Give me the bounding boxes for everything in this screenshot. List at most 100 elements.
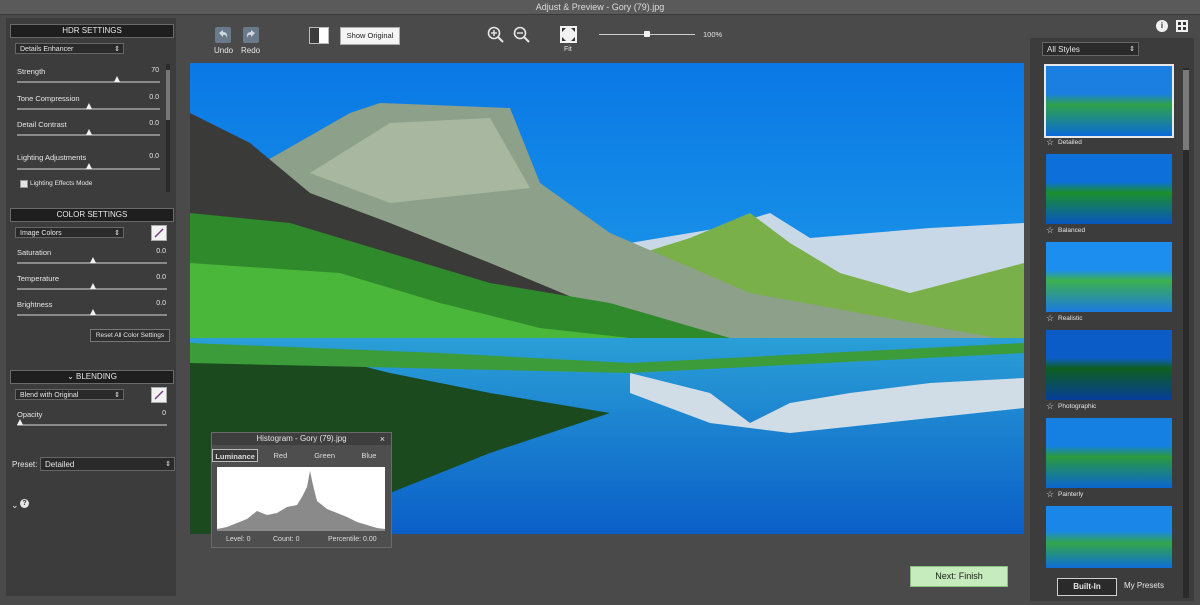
temperature-value: 0.0 <box>156 274 166 281</box>
styles-dropdown[interactable]: All Styles ⇕ <box>1042 42 1139 56</box>
blend-mode-dropdown[interactable]: Blend with Original ⇕ <box>15 389 124 400</box>
brightness-label: Brightness <box>17 300 53 309</box>
styles-panel: All Styles ⇕ ☆ Detailed ☆ Balanced ☆ Rea… <box>1030 38 1194 601</box>
blending-header[interactable]: ⌄ BLENDING <box>10 370 174 384</box>
brush-glyph <box>154 228 164 238</box>
reset-color-button[interactable]: Reset All Color Settings <box>90 329 170 342</box>
tab-blue[interactable]: Blue <box>347 449 391 462</box>
hdr-settings-header[interactable]: HDR SETTINGS <box>10 24 174 38</box>
style-label-realistic: Realistic <box>1058 315 1083 322</box>
redo-label[interactable]: Redo <box>241 46 260 55</box>
strength-value: 70 <box>151 67 159 74</box>
updown-icon: ⇕ <box>114 230 120 237</box>
preset-value: Detailed <box>45 460 75 469</box>
hdr-preset-dropdown[interactable]: Details Enhancer ⇕ <box>15 43 124 54</box>
undo-icon[interactable] <box>215 27 231 43</box>
style-thumb-painterly[interactable] <box>1046 418 1172 488</box>
collapse-chevron-icon[interactable]: ⌄ <box>11 500 19 511</box>
brightness-value: 0.0 <box>156 300 166 307</box>
split-view-icon[interactable] <box>309 27 329 44</box>
strength-slider-thumb[interactable] <box>114 76 120 82</box>
opacity-slider-track[interactable] <box>17 424 167 426</box>
style-thumb-next[interactable] <box>1046 506 1172 568</box>
styles-scrollbar[interactable] <box>1183 68 1189 598</box>
star-icon[interactable]: ☆ <box>1046 137 1054 148</box>
fit-glyph <box>562 28 575 41</box>
preset-dropdown[interactable]: Detailed ⇕ <box>40 457 175 471</box>
blending-header-label: BLENDING <box>76 372 117 381</box>
saturation-slider-thumb[interactable] <box>90 257 96 263</box>
histogram-level: Level: 0 <box>226 536 251 543</box>
tone-compression-slider-thumb[interactable] <box>86 103 92 109</box>
window-title: Adjust & Preview - Gory (79).jpg <box>0 0 1200 15</box>
style-thumb-balanced[interactable] <box>1046 154 1172 224</box>
style-thumb-photographic[interactable] <box>1046 330 1172 400</box>
updown-icon: ⇕ <box>114 392 120 399</box>
star-icon[interactable]: ☆ <box>1046 225 1054 236</box>
tab-green[interactable]: Green <box>303 449 347 462</box>
color-brush-icon[interactable] <box>151 225 167 241</box>
hdr-scrollbar[interactable] <box>166 64 170 192</box>
detail-contrast-label: Detail Contrast <box>17 120 67 129</box>
style-thumb-detailed[interactable] <box>1044 64 1174 138</box>
close-icon[interactable]: × <box>380 433 385 445</box>
blend-brush-icon[interactable] <box>151 387 167 403</box>
style-label-painterly: Painterly <box>1058 491 1084 498</box>
histogram-panel[interactable]: Histogram - Gory (79).jpg × Luminance Re… <box>211 432 392 548</box>
split-view-half <box>310 28 319 43</box>
styles-scroll-thumb[interactable] <box>1183 70 1189 150</box>
undo-label[interactable]: Undo <box>214 46 233 55</box>
zoom-in-icon[interactable] <box>487 26 505 44</box>
strength-slider-track[interactable] <box>17 81 160 83</box>
histogram-tabs: Luminance Red Green Blue <box>212 449 391 462</box>
temperature-slider-thumb[interactable] <box>90 283 96 289</box>
lighting-adjustments-slider-thumb[interactable] <box>86 163 92 169</box>
fit-label[interactable]: Fit <box>564 46 572 53</box>
help-icon[interactable]: ? <box>20 499 29 508</box>
styles-dropdown-value: All Styles <box>1047 45 1080 54</box>
star-icon[interactable]: ☆ <box>1046 489 1054 500</box>
brightness-slider-thumb[interactable] <box>90 309 96 315</box>
star-icon[interactable]: ☆ <box>1046 313 1054 324</box>
zoom-value: 100% <box>703 30 723 39</box>
histogram-percentile: Percentile: 0.00 <box>328 536 377 543</box>
lighting-effects-checkbox[interactable] <box>20 180 28 188</box>
opacity-value: 0 <box>162 410 166 417</box>
zoom-out-icon[interactable] <box>513 26 531 44</box>
tab-built-in[interactable]: Built-In <box>1057 578 1117 596</box>
temperature-label: Temperature <box>17 274 60 283</box>
style-label-photographic: Photographic <box>1058 403 1097 410</box>
updown-icon: ⇕ <box>1129 46 1135 53</box>
brush-glyph <box>154 390 164 400</box>
zoom-slider-thumb[interactable] <box>644 31 650 37</box>
info-icon[interactable]: i <box>1156 20 1168 32</box>
histogram-title: Histogram - Gory (79).jpg × <box>212 433 391 445</box>
tone-compression-value: 0.0 <box>149 94 159 101</box>
next-finish-button[interactable]: Next: Finish <box>910 566 1008 587</box>
zoom-in-glyph <box>487 26 504 43</box>
color-mode-dropdown[interactable]: Image Colors ⇕ <box>15 227 124 238</box>
opacity-slider-thumb[interactable] <box>17 419 23 425</box>
grid-view-icon[interactable] <box>1176 20 1188 32</box>
hdr-preset-value: Details Enhancer <box>20 46 74 53</box>
color-settings-header[interactable]: COLOR SETTINGS <box>10 208 174 222</box>
star-icon[interactable]: ☆ <box>1046 401 1054 412</box>
show-original-button[interactable]: Show Original <box>340 27 400 45</box>
redo-glyph <box>246 30 255 38</box>
tone-compression-label: Tone Compression <box>17 94 80 103</box>
lighting-adjustments-label: Lighting Adjustments <box>17 153 87 162</box>
saturation-label: Saturation <box>17 248 52 257</box>
blend-mode-value: Blend with Original <box>20 392 79 399</box>
grid-glyph <box>1178 22 1186 30</box>
tab-luminance[interactable]: Luminance <box>212 449 259 462</box>
style-label-balanced: Balanced <box>1058 227 1086 234</box>
tab-red[interactable]: Red <box>258 449 302 462</box>
left-panel: HDR SETTINGS Details Enhancer ⇕ Strength… <box>6 18 176 596</box>
detail-contrast-slider-thumb[interactable] <box>86 129 92 135</box>
style-thumb-realistic[interactable] <box>1046 242 1172 312</box>
tab-my-presets[interactable]: My Presets <box>1120 578 1168 594</box>
lighting-adjustments-value: 0.0 <box>149 153 159 160</box>
redo-icon[interactable] <box>243 27 259 43</box>
hdr-scroll-thumb[interactable] <box>166 70 170 120</box>
fit-icon[interactable] <box>560 26 577 43</box>
